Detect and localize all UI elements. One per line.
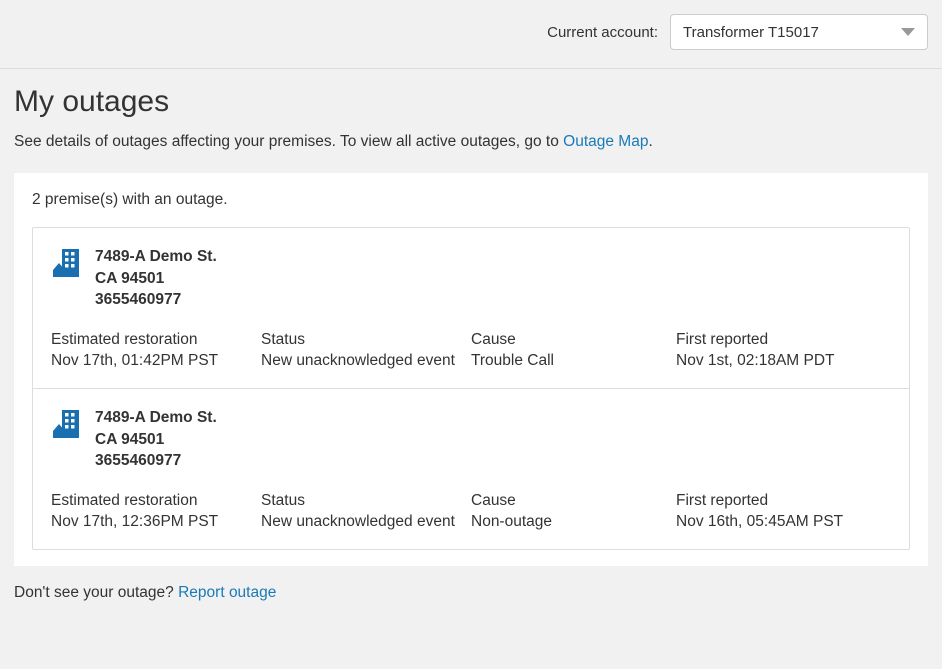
premise-info: 7489-A Demo St. CA 94501 3655460977 bbox=[95, 246, 217, 311]
current-account-label: Current account: bbox=[547, 24, 658, 41]
account-select-value: Transformer T15017 bbox=[683, 24, 819, 41]
premise-info: 7489-A Demo St. CA 94501 3655460977 bbox=[95, 407, 217, 472]
label-cause: Cause bbox=[471, 492, 676, 510]
outage-item: 7489-A Demo St. CA 94501 3655460977 Esti… bbox=[33, 228, 909, 388]
value-status: New unacknowledged event bbox=[261, 513, 471, 531]
value-cause: Trouble Call bbox=[471, 352, 676, 370]
value-estimated: Nov 17th, 12:36PM PST bbox=[51, 513, 261, 531]
account-select[interactable]: Transformer T15017 bbox=[670, 14, 928, 50]
label-estimated: Estimated restoration bbox=[51, 492, 261, 510]
outage-card: 2 premise(s) with an outage. bbox=[14, 173, 928, 566]
col-estimated: Estimated restoration Nov 17th, 01:42PM … bbox=[51, 331, 261, 370]
premise-account: 3655460977 bbox=[95, 450, 217, 472]
footer-prefix: Don't see your outage? bbox=[14, 584, 178, 601]
intro-suffix: . bbox=[648, 133, 652, 150]
page-title: My outages bbox=[14, 85, 928, 119]
value-status: New unacknowledged event bbox=[261, 352, 471, 370]
label-cause: Cause bbox=[471, 331, 676, 349]
premise-address: 7489-A Demo St. bbox=[95, 246, 217, 268]
page-intro: See details of outages affecting your pr… bbox=[14, 133, 928, 151]
col-reported: First reported Nov 1st, 02:18AM PDT bbox=[676, 331, 886, 370]
label-status: Status bbox=[261, 492, 471, 510]
label-reported: First reported bbox=[676, 492, 886, 510]
label-status: Status bbox=[261, 331, 471, 349]
col-status: Status New unacknowledged event bbox=[261, 331, 471, 370]
outage-map-link[interactable]: Outage Map bbox=[563, 133, 648, 150]
page-content: My outages See details of outages affect… bbox=[0, 69, 942, 620]
value-reported: Nov 16th, 05:45AM PST bbox=[676, 513, 886, 531]
premise-account: 3655460977 bbox=[95, 289, 217, 311]
premise-address: 7489-A Demo St. bbox=[95, 407, 217, 429]
outage-item: 7489-A Demo St. CA 94501 3655460977 Esti… bbox=[33, 388, 909, 549]
premise-cityzip: CA 94501 bbox=[95, 429, 217, 451]
detail-row: Estimated restoration Nov 17th, 12:36PM … bbox=[51, 492, 891, 531]
top-bar: Current account: Transformer T15017 bbox=[0, 0, 942, 69]
premise-cityzip: CA 94501 bbox=[95, 268, 217, 290]
chevron-down-icon bbox=[901, 28, 915, 36]
value-reported: Nov 1st, 02:18AM PDT bbox=[676, 352, 886, 370]
col-reported: First reported Nov 16th, 05:45AM PST bbox=[676, 492, 886, 531]
label-estimated: Estimated restoration bbox=[51, 331, 261, 349]
col-status: Status New unacknowledged event bbox=[261, 492, 471, 531]
outage-summary: 2 premise(s) with an outage. bbox=[32, 191, 910, 209]
col-estimated: Estimated restoration Nov 17th, 12:36PM … bbox=[51, 492, 261, 531]
col-cause: Cause Trouble Call bbox=[471, 331, 676, 370]
detail-row: Estimated restoration Nov 17th, 01:42PM … bbox=[51, 331, 891, 370]
premise-header: 7489-A Demo St. CA 94501 3655460977 bbox=[51, 407, 891, 472]
value-estimated: Nov 17th, 01:42PM PST bbox=[51, 352, 261, 370]
intro-prefix: See details of outages affecting your pr… bbox=[14, 133, 563, 150]
building-icon bbox=[51, 409, 83, 441]
footer-line: Don't see your outage? Report outage bbox=[14, 584, 928, 602]
premise-header: 7489-A Demo St. CA 94501 3655460977 bbox=[51, 246, 891, 311]
building-icon bbox=[51, 248, 83, 280]
label-reported: First reported bbox=[676, 331, 886, 349]
outage-list: 7489-A Demo St. CA 94501 3655460977 Esti… bbox=[32, 227, 910, 550]
report-outage-link[interactable]: Report outage bbox=[178, 584, 276, 601]
value-cause: Non-outage bbox=[471, 513, 676, 531]
col-cause: Cause Non-outage bbox=[471, 492, 676, 531]
